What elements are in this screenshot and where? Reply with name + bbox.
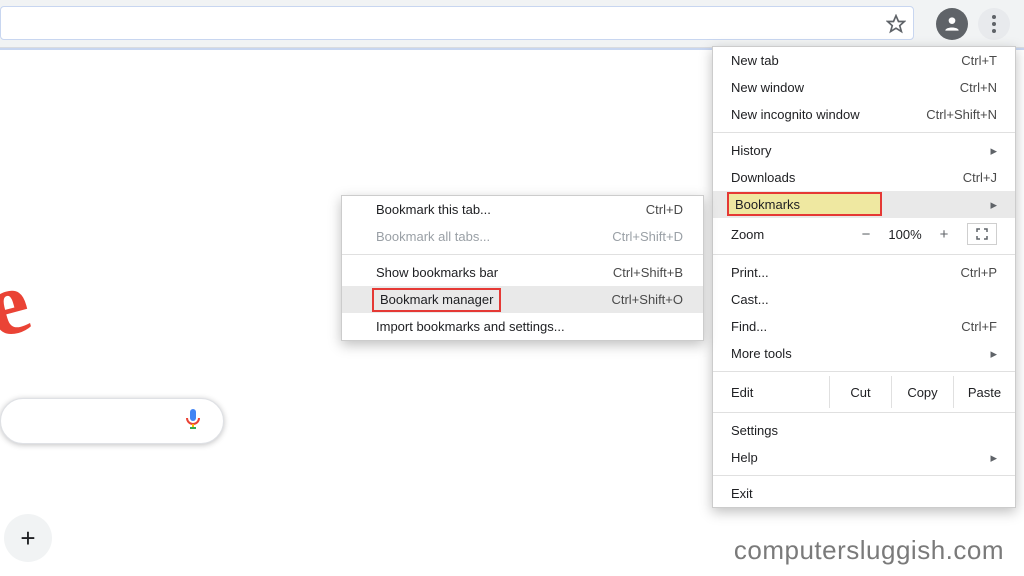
menu-shortcut: Ctrl+D bbox=[646, 202, 683, 217]
menu-label: New tab bbox=[731, 53, 961, 68]
voice-search-icon[interactable] bbox=[185, 408, 201, 435]
menu-separator bbox=[713, 132, 1015, 133]
submenu-item-bookmark-manager[interactable]: Bookmark manager Bookmark manager Ctrl+S… bbox=[342, 286, 703, 313]
submenu-item-show-bar[interactable]: Show bookmarks bar Ctrl+Shift+B bbox=[342, 259, 703, 286]
menu-item-print[interactable]: Print... Ctrl+P bbox=[713, 259, 1015, 286]
menu-separator bbox=[713, 371, 1015, 372]
submenu-item-bookmark-all: Bookmark all tabs... Ctrl+Shift+D bbox=[342, 223, 703, 250]
browser-toolbar bbox=[0, 0, 1024, 48]
menu-item-zoom: Zoom − 100% + bbox=[713, 218, 1015, 250]
menu-shortcut: Ctrl+P bbox=[961, 265, 997, 280]
menu-separator bbox=[713, 254, 1015, 255]
menu-item-settings[interactable]: Settings bbox=[713, 417, 1015, 444]
zoom-percent: 100% bbox=[879, 227, 931, 242]
fullscreen-button[interactable] bbox=[967, 223, 997, 245]
menu-label: Find... bbox=[731, 319, 961, 334]
menu-separator bbox=[713, 412, 1015, 413]
menu-item-new-window[interactable]: New window Ctrl+N bbox=[713, 74, 1015, 101]
kebab-menu-icon[interactable] bbox=[978, 8, 1010, 40]
chrome-main-menu: New tab Ctrl+T New window Ctrl+N New inc… bbox=[712, 46, 1016, 508]
menu-item-help[interactable]: Help ▸ bbox=[713, 444, 1015, 471]
edit-label: Edit bbox=[731, 385, 829, 400]
plus-icon: + bbox=[20, 523, 35, 554]
menu-label: Help bbox=[731, 450, 982, 465]
chevron-right-icon: ▸ bbox=[990, 346, 997, 362]
menu-separator bbox=[713, 475, 1015, 476]
menu-label: Settings bbox=[731, 423, 997, 438]
menu-label: Bookmark all tabs... bbox=[376, 229, 612, 244]
google-logo-fragment: e bbox=[0, 256, 39, 353]
menu-label: Bookmarks bbox=[735, 197, 800, 212]
menu-item-exit[interactable]: Exit bbox=[713, 480, 1015, 507]
menu-shortcut: Ctrl+F bbox=[961, 319, 997, 334]
menu-item-edit: Edit Cut Copy Paste bbox=[713, 376, 1015, 408]
bookmarks-submenu: Bookmark this tab... Ctrl+D Bookmark all… bbox=[341, 195, 704, 341]
watermark-text: computersluggish.com bbox=[734, 535, 1004, 566]
menu-label: Bookmark this tab... bbox=[376, 202, 646, 217]
cut-button[interactable]: Cut bbox=[829, 376, 891, 408]
chevron-right-icon: ▸ bbox=[990, 143, 997, 159]
zoom-in-button[interactable]: + bbox=[931, 226, 957, 243]
google-search-box[interactable] bbox=[0, 398, 224, 444]
fullscreen-icon bbox=[976, 228, 988, 240]
bookmark-star-icon[interactable] bbox=[884, 12, 908, 36]
menu-shortcut: Ctrl+N bbox=[960, 80, 997, 95]
highlight-box: Bookmarks bbox=[727, 192, 882, 216]
menu-item-cast[interactable]: Cast... bbox=[713, 286, 1015, 313]
menu-shortcut: Ctrl+Shift+B bbox=[613, 265, 683, 280]
menu-shortcut: Ctrl+J bbox=[963, 170, 997, 185]
menu-label: More tools bbox=[731, 346, 982, 361]
menu-label: Show bookmarks bar bbox=[376, 265, 613, 280]
menu-item-bookmarks[interactable]: Bookmarks Bookmarks ▸ bbox=[713, 191, 1015, 218]
menu-item-more-tools[interactable]: More tools ▸ bbox=[713, 340, 1015, 367]
menu-item-new-tab[interactable]: New tab Ctrl+T bbox=[713, 47, 1015, 74]
menu-shortcut: Ctrl+Shift+D bbox=[612, 229, 683, 244]
menu-item-incognito[interactable]: New incognito window Ctrl+Shift+N bbox=[713, 101, 1015, 128]
profile-avatar-icon[interactable] bbox=[936, 8, 968, 40]
menu-shortcut: Ctrl+T bbox=[961, 53, 997, 68]
highlight-box: Bookmark manager bbox=[372, 288, 501, 312]
menu-label: New window bbox=[731, 80, 960, 95]
menu-label: Cast... bbox=[731, 292, 997, 307]
zoom-out-button[interactable]: − bbox=[853, 226, 879, 243]
menu-label: New incognito window bbox=[731, 107, 926, 122]
paste-button[interactable]: Paste bbox=[953, 376, 1015, 408]
menu-shortcut: Ctrl+Shift+N bbox=[926, 107, 997, 122]
submenu-item-import[interactable]: Import bookmarks and settings... bbox=[342, 313, 703, 340]
menu-item-find[interactable]: Find... Ctrl+F bbox=[713, 313, 1015, 340]
menu-item-downloads[interactable]: Downloads Ctrl+J bbox=[713, 164, 1015, 191]
submenu-item-bookmark-tab[interactable]: Bookmark this tab... Ctrl+D bbox=[342, 196, 703, 223]
menu-label: Print... bbox=[731, 265, 961, 280]
menu-label: Bookmark manager bbox=[380, 292, 493, 307]
menu-separator bbox=[342, 254, 703, 255]
menu-label: History bbox=[731, 143, 982, 158]
chevron-right-icon: ▸ bbox=[990, 197, 997, 213]
zoom-label: Zoom bbox=[731, 227, 853, 242]
add-shortcut-button[interactable]: + bbox=[4, 514, 52, 562]
menu-label: Downloads bbox=[731, 170, 963, 185]
chevron-right-icon: ▸ bbox=[990, 450, 997, 466]
address-bar[interactable] bbox=[0, 6, 914, 40]
menu-label: Import bookmarks and settings... bbox=[376, 319, 683, 334]
copy-button[interactable]: Copy bbox=[891, 376, 953, 408]
menu-label: Exit bbox=[731, 486, 997, 501]
menu-shortcut: Ctrl+Shift+O bbox=[611, 292, 683, 307]
menu-item-history[interactable]: History ▸ bbox=[713, 137, 1015, 164]
